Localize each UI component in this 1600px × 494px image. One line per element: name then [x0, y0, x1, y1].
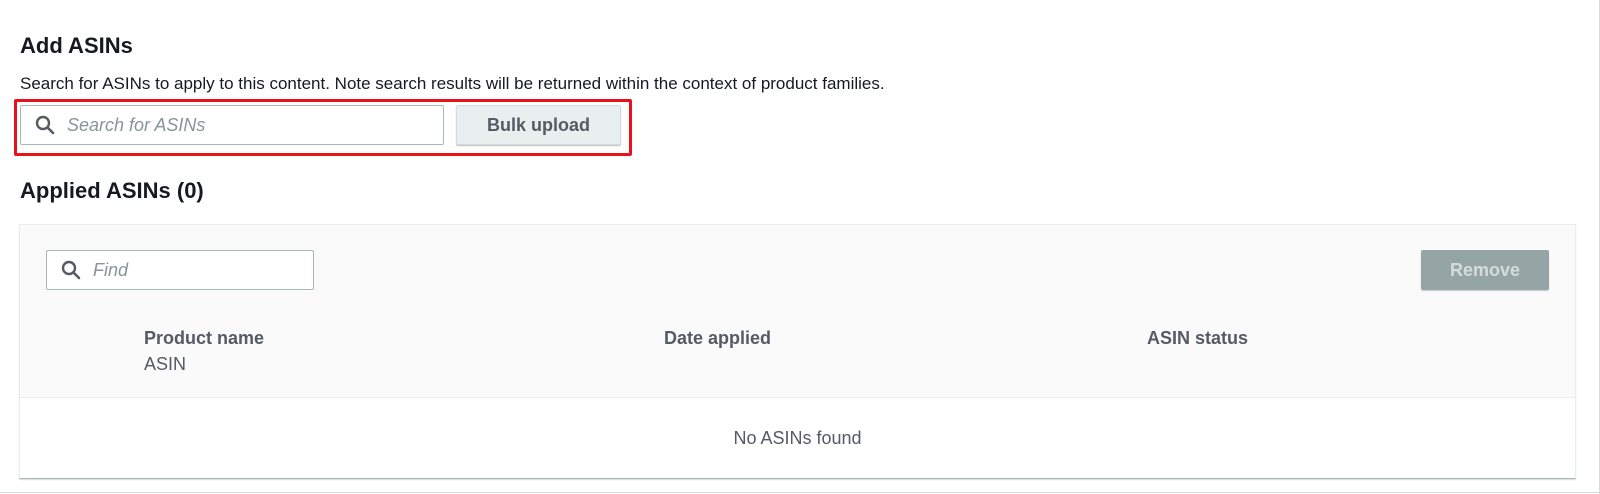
add-asins-page: Add ASINs Search for ASINs to apply to t… [0, 0, 1600, 494]
find-search-field[interactable] [46, 250, 314, 290]
search-icon [60, 259, 82, 281]
asin-search-input[interactable] [67, 110, 367, 140]
applied-asins-title: Applied ASINs (0) [20, 178, 204, 203]
table-header: Product name ASIN Date applied ASIN stat… [20, 311, 1575, 398]
column-header-product-name[interactable]: Product name [144, 327, 264, 349]
column-header-asin: ASIN [144, 354, 187, 374]
page-divider [0, 492, 1599, 493]
empty-state-message: No ASINs found [733, 427, 862, 448]
bulk-upload-button[interactable]: Bulk upload [456, 105, 621, 145]
column-header-date-applied[interactable]: Date applied [664, 327, 771, 349]
remove-button[interactable]: Remove [1421, 250, 1549, 290]
column-header-asin-status[interactable]: ASIN status [1147, 327, 1248, 349]
add-asins-title: Add ASINs [20, 33, 133, 58]
asin-search-field[interactable] [20, 105, 444, 145]
search-icon [34, 114, 56, 136]
add-asins-description: Search for ASINs to apply to this conten… [20, 74, 885, 93]
find-input[interactable] [93, 255, 293, 285]
